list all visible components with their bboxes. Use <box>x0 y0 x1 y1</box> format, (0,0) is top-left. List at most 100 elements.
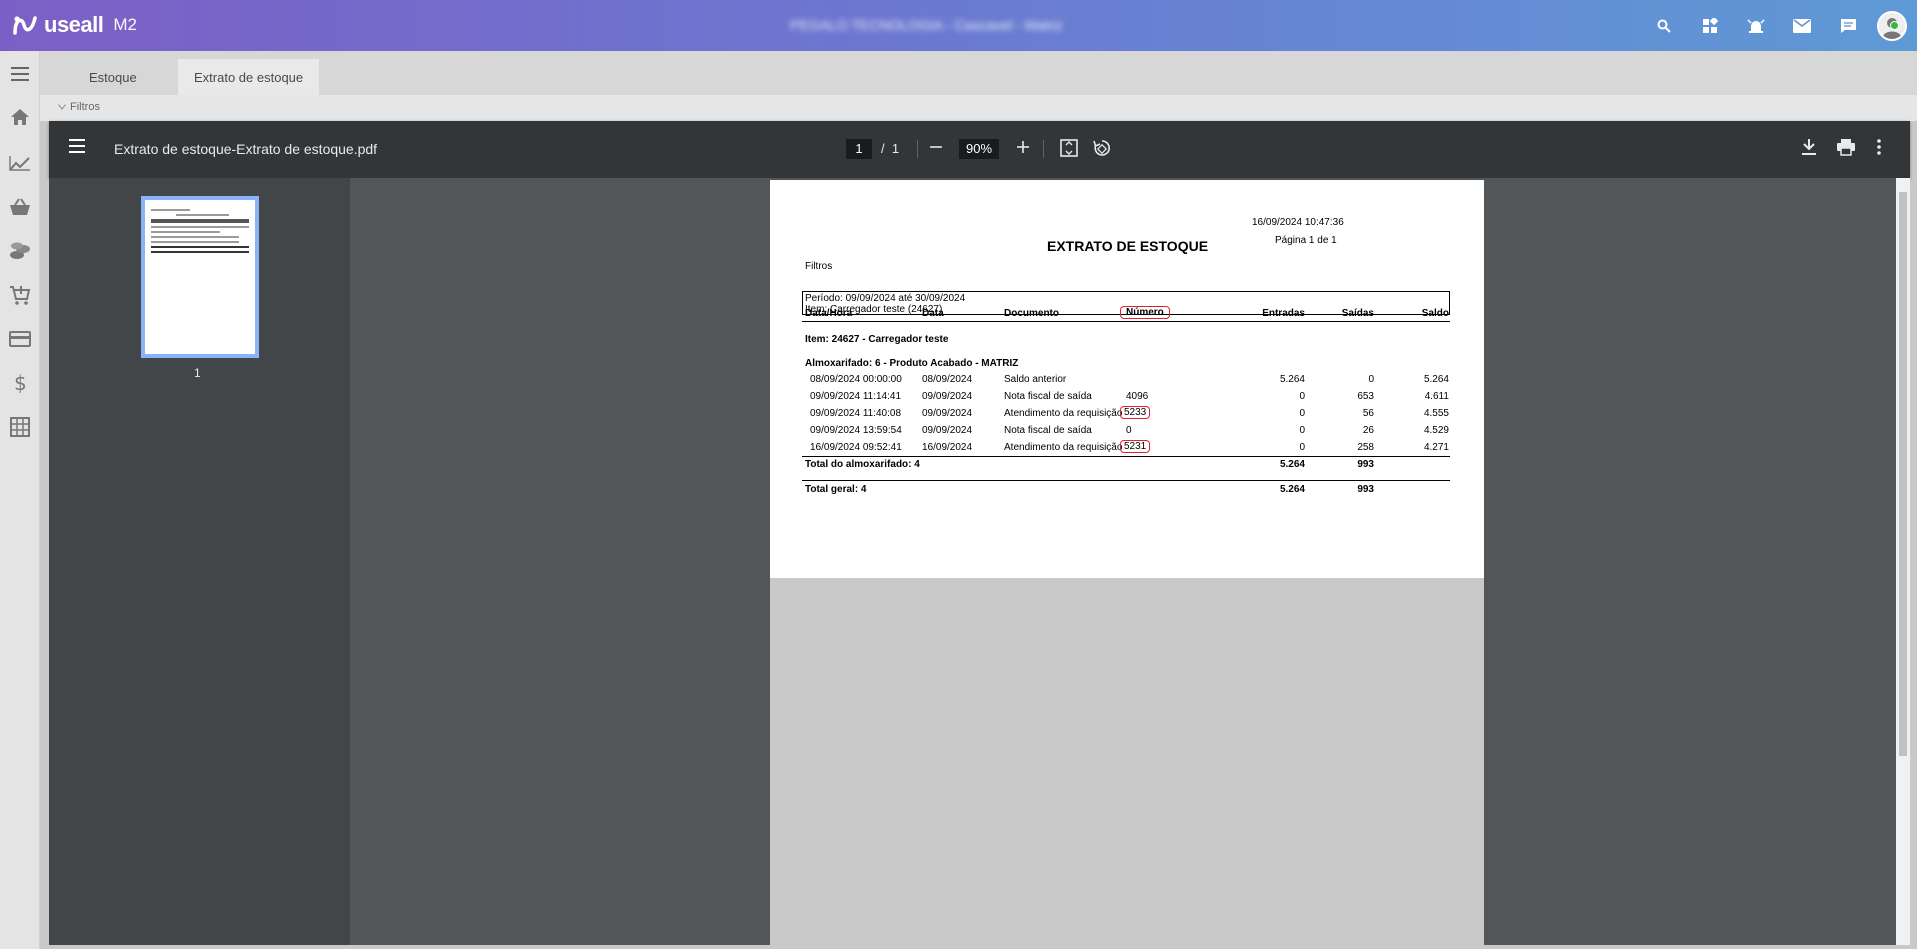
home-icon[interactable] <box>0 97 40 137</box>
cell-document: Saldo anterior <box>1004 374 1067 385</box>
download-icon[interactable] <box>1801 138 1817 161</box>
divider <box>917 140 918 158</box>
document-area: 16/09/2024 10:47:36 EXTRATO DE ESTOQUE P… <box>350 178 1910 945</box>
cell-number: 5231 <box>1120 440 1151 453</box>
cell-datetime: 09/09/2024 11:14:41 <box>810 391 902 402</box>
menu-icon[interactable] <box>0 54 40 94</box>
tab-estoque[interactable]: Estoque <box>73 59 153 95</box>
cell-number: 0 <box>1126 425 1132 436</box>
cell-datetime: 08/09/2024 00:00:00 <box>810 374 902 385</box>
fit-page-icon[interactable] <box>1060 138 1078 163</box>
zoom-input[interactable]: 90% <box>959 139 999 159</box>
coins-icon[interactable] <box>0 231 40 271</box>
page-background <box>770 578 1484 945</box>
pdf-title: Extrato de estoque-Extrato de estoque.pd… <box>114 141 378 157</box>
cell-balance: 5.264 <box>1423 374 1449 385</box>
scrollbar-thumb[interactable] <box>1899 192 1907 756</box>
cell-number: 5233 <box>1120 406 1151 419</box>
scrollbar[interactable] <box>1896 178 1910 945</box>
report-page-info: Página 1 de 1 <box>1275 235 1337 246</box>
warehouse-total-out: 993 <box>1357 459 1374 470</box>
chat-icon[interactable] <box>1825 0 1871 51</box>
tabs-bar: Estoque Extrato de estoque <box>40 51 1917 95</box>
total-pages: 1 <box>891 141 900 156</box>
filters-label: Filtros <box>70 101 100 113</box>
alarm-icon[interactable] <box>1733 0 1779 51</box>
more-options-icon[interactable] <box>1877 138 1881 161</box>
cell-date: 09/09/2024 <box>922 408 973 419</box>
pdf-page: 16/09/2024 10:47:36 EXTRATO DE ESTOQUE P… <box>770 180 1484 578</box>
pdf-toolbar: Extrato de estoque-Extrato de estoque.pd… <box>49 121 1910 178</box>
cell-date: 09/09/2024 <box>922 425 973 436</box>
divider <box>802 456 1450 457</box>
filters-toggle[interactable]: Filtros <box>58 101 100 113</box>
cell-balance: 4.529 <box>1423 425 1449 436</box>
top-bar: useall M2 PEGALO TECNOLOGIA - Cascavel -… <box>0 0 1917 51</box>
chevron-down-icon <box>58 104 66 110</box>
warehouse-heading: Almoxarifado: 6 - Produto Acabado - MATR… <box>805 358 1019 369</box>
item-heading: Item: 24627 - Carregador teste <box>805 334 949 345</box>
calculator-icon[interactable] <box>0 407 40 447</box>
page-count: / 1 <box>881 141 899 156</box>
cell-datetime: 16/09/2024 09:52:41 <box>810 442 902 453</box>
filter-period: Período: 09/09/2024 até 30/09/2024 <box>805 293 966 304</box>
mail-icon[interactable] <box>1779 0 1825 51</box>
cell-date: 08/09/2024 <box>922 374 973 385</box>
page-thumbnail[interactable] <box>141 196 259 358</box>
report-title: EXTRATO DE ESTOQUE <box>1047 238 1209 254</box>
divider <box>802 480 1450 481</box>
basket-icon[interactable] <box>0 187 40 227</box>
pdf-menu-icon[interactable] <box>69 139 85 158</box>
cell-document: Nota fiscal de saída <box>1004 391 1092 402</box>
warehouse-total-label: Total do almoxarifado: 4 <box>805 459 920 470</box>
grand-total-out: 993 <box>1357 484 1374 495</box>
cell-datetime: 09/09/2024 11:40:08 <box>810 408 902 419</box>
print-icon[interactable] <box>1836 138 1856 161</box>
svg-text:$: $ <box>14 372 27 394</box>
cell-number: 4096 <box>1126 391 1149 402</box>
brand-name: useall <box>44 12 104 37</box>
logo-icon <box>13 16 37 35</box>
brand-version: M2 <box>113 15 137 34</box>
divider <box>1043 140 1044 158</box>
rotate-icon[interactable] <box>1092 138 1112 163</box>
col-number: Número <box>1120 306 1170 319</box>
zoom-in-button[interactable] <box>1016 137 1030 161</box>
cell-datetime: 09/09/2024 13:59:54 <box>810 425 902 436</box>
col-document: Documento <box>1004 308 1059 319</box>
cell-balance: 4.555 <box>1423 408 1449 419</box>
cell-balance: 4.611 <box>1424 391 1449 402</box>
zoom-out-button[interactable] <box>929 137 943 161</box>
col-date: Data <box>922 308 944 319</box>
cell-document: Atendimento da requisição <box>1004 408 1123 419</box>
dollar-icon[interactable]: $ <box>0 363 40 403</box>
search-icon[interactable] <box>1641 0 1687 51</box>
logo[interactable]: useall M2 <box>12 12 137 38</box>
report-datetime: 16/09/2024 10:47:36 <box>1252 217 1344 228</box>
page-number-input[interactable]: 1 <box>846 139 872 159</box>
divider <box>802 321 1450 322</box>
online-status-icon <box>1890 20 1899 30</box>
thumbnail-label: 1 <box>194 366 201 380</box>
cell-date: 16/09/2024 <box>922 442 973 453</box>
grand-total-label: Total geral: 4 <box>805 484 867 495</box>
cart-icon[interactable] <box>0 275 40 315</box>
thumbnail-panel: 1 <box>49 178 350 945</box>
report-filters-label: Filtros <box>805 261 833 272</box>
sidebar: $ <box>0 51 40 949</box>
cell-balance: 4.271 <box>1423 442 1449 453</box>
cell-document: Nota fiscal de saída <box>1004 425 1092 436</box>
trend-icon[interactable] <box>0 143 40 183</box>
col-datetime: Data/Hora <box>805 308 853 319</box>
company-name: PEGALO TECNOLOGIA - Cascavel - Matriz <box>790 17 1063 33</box>
pdf-viewer: Extrato de estoque-Extrato de estoque.pd… <box>49 121 1910 945</box>
page-separator: / <box>881 141 885 156</box>
cell-date: 09/09/2024 <box>922 391 973 402</box>
apps-icon[interactable] <box>1687 0 1733 51</box>
col-balance: Saldo <box>1421 308 1449 319</box>
avatar[interactable] <box>1877 10 1907 41</box>
filters-bar: Filtros <box>40 95 1917 121</box>
tab-extrato-de-estoque[interactable]: Extrato de estoque <box>178 59 320 95</box>
cell-document: Atendimento da requisição <box>1004 442 1123 453</box>
card-icon[interactable] <box>0 319 40 359</box>
